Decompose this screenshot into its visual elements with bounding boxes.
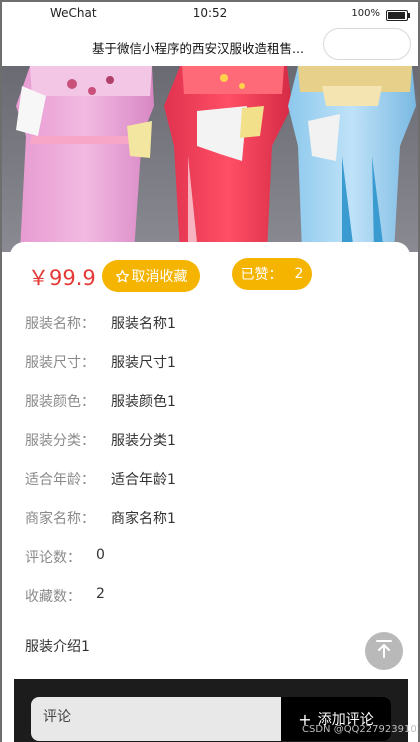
field-label: 适合年龄： (25, 472, 95, 488)
hanfu-models-illustration (2, 66, 418, 252)
miniprogram-capsule-button[interactable] (323, 28, 411, 60)
field-value: 适合年龄1 (111, 472, 176, 488)
field-label: 服装分类： (25, 433, 95, 449)
back-to-top-button[interactable] (365, 632, 403, 670)
field-row-size: 服装尺寸： 服装尺寸1 (25, 352, 176, 372)
field-label: 服装尺寸： (25, 355, 95, 371)
arrow-up-to-top-icon (373, 638, 395, 664)
comment-input[interactable] (43, 709, 263, 725)
product-detail-card: ￥99.9 取消收藏 已赞： 2 服装名称： 服装名称1 服装尺寸： 服装尺寸1… (10, 242, 410, 742)
star-icon (115, 269, 130, 284)
field-label: 商家名称： (25, 511, 95, 527)
field-row-merchant: 商家名称： 商家名称1 (25, 508, 176, 528)
status-bar: WeChat 10:52 100% (2, 2, 418, 28)
page-title: 基于微信小程序的西安汉服收造租售... (92, 41, 304, 56)
field-value: 服装名称1 (111, 316, 176, 332)
field-value: 服装尺寸1 (111, 355, 176, 371)
field-row-name: 服装名称： 服装名称1 (25, 313, 176, 333)
field-value: 2 (96, 586, 105, 602)
battery-percent: 100% (351, 8, 380, 19)
likes-label: 已赞： (240, 267, 283, 283)
comment-input-wrapper (31, 697, 281, 741)
field-value: 0 (96, 547, 105, 563)
product-banner-image[interactable] (2, 66, 418, 252)
likes-badge[interactable]: 已赞： 2 (232, 258, 312, 290)
field-value: 服装颜色1 (111, 394, 176, 410)
favorite-button-label: 取消收藏 (131, 269, 188, 285)
navigation-bar: 基于微信小程序的西安汉服收造租售... (2, 28, 418, 66)
field-row-favorite-count: 收藏数： 2 (25, 586, 105, 606)
battery-icon (386, 10, 410, 21)
field-label: 收藏数： (25, 589, 81, 605)
watermark-text: CSDN @QQ2279239102 (302, 724, 418, 735)
likes-count: 2 (294, 266, 304, 282)
field-row-category: 服装分类： 服装分类1 (25, 430, 176, 450)
field-row-age: 适合年龄： 适合年龄1 (25, 469, 176, 489)
field-label: 服装名称： (25, 316, 95, 332)
price-label: ￥99.9 (28, 266, 96, 290)
field-label: 服装颜色： (25, 394, 95, 410)
product-description: 服装介绍1 (25, 639, 90, 655)
field-label: 评论数： (25, 550, 81, 566)
cancel-favorite-button[interactable]: 取消收藏 (102, 260, 200, 292)
app-screen: WeChat 10:52 100% 基于微信小程序的西安汉服收造租售... ￥9… (2, 2, 418, 742)
field-value: 服装分类1 (111, 433, 176, 449)
field-row-comment-count: 评论数： 0 (25, 547, 105, 567)
field-row-color: 服装颜色： 服装颜色1 (25, 391, 176, 411)
field-value: 商家名称1 (111, 511, 176, 527)
